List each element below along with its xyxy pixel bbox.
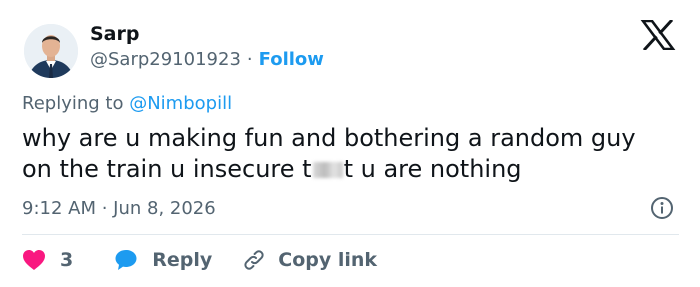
reply-label: Reply bbox=[152, 249, 213, 271]
reply-mention-link[interactable]: @Nimbopill bbox=[129, 93, 232, 114]
tweet-text: why are u making fun and bothering a ran… bbox=[22, 123, 682, 185]
separator-dot: · bbox=[246, 49, 253, 70]
tweet-text-line-2-end: t u are nothing bbox=[343, 155, 522, 183]
reply-bubble-icon bbox=[115, 250, 137, 270]
tweet-actions: 3 Reply Copy link bbox=[22, 246, 377, 274]
reply-context-prefix: Replying to bbox=[22, 93, 124, 114]
link-icon bbox=[244, 250, 264, 270]
like-button[interactable]: 3 bbox=[22, 249, 73, 271]
avatar[interactable] bbox=[24, 24, 78, 78]
tweet-timestamp[interactable]: 9:12 AM · Jun 8, 2026 bbox=[22, 198, 216, 219]
censored-word-blur bbox=[312, 162, 343, 178]
reply-context: Replying to @Nimbopill bbox=[22, 93, 232, 114]
avatar-image bbox=[24, 24, 78, 78]
like-count: 3 bbox=[60, 249, 74, 271]
follow-button[interactable]: Follow bbox=[259, 49, 324, 70]
copy-link-button[interactable]: Copy link bbox=[242, 248, 377, 272]
author-handle-row: @Sarp29101923 · Follow bbox=[90, 49, 324, 70]
x-logo-icon[interactable] bbox=[640, 18, 676, 52]
info-icon[interactable] bbox=[650, 196, 674, 220]
author-handle[interactable]: @Sarp29101923 bbox=[90, 49, 241, 70]
reply-button[interactable]: Reply bbox=[114, 248, 212, 272]
author-name[interactable]: Sarp bbox=[90, 23, 139, 45]
copy-link-label: Copy link bbox=[278, 249, 378, 271]
tweet-text-line-2-start: on the train u insecure t bbox=[22, 155, 312, 183]
divider bbox=[22, 234, 679, 235]
heart-icon bbox=[23, 250, 45, 270]
tweet-text-line-1: why are u making fun and bothering a ran… bbox=[22, 124, 636, 152]
tweet-text-line-2: on the train u insecure t t u are nothing bbox=[22, 154, 682, 185]
